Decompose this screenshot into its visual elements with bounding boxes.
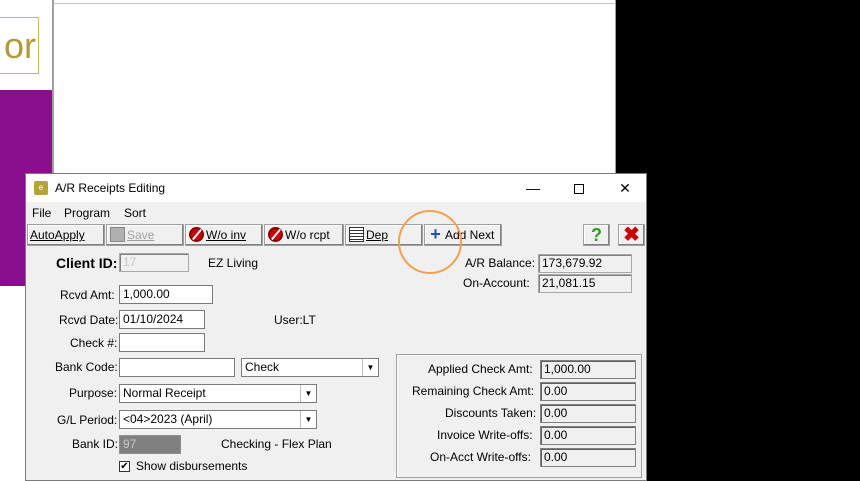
ar-balance-value: 173,679.92 — [538, 254, 632, 273]
discounts-taken-label: Discounts Taken: — [445, 406, 537, 420]
menu-file[interactable]: File — [32, 206, 51, 220]
help-button[interactable]: ? — [583, 224, 610, 246]
save-label: Save — [127, 228, 155, 242]
menu-program[interactable]: Program — [64, 206, 110, 220]
background-app-logo: or — [0, 17, 39, 74]
remaining-check-amt-label: Remaining Check Amt: — [412, 384, 535, 398]
chevron-down-icon: ▼ — [300, 385, 316, 402]
show-disbursements-label: Show disbursements — [136, 459, 248, 473]
maximize-button[interactable] — [556, 174, 602, 202]
autoapply-label: AutoApply — [30, 228, 85, 242]
client-name: EZ Living — [208, 256, 259, 270]
app-icon: e — [34, 181, 48, 195]
check-number-label: Check #: — [70, 336, 118, 350]
bank-code-label: Bank Code: — [55, 360, 118, 374]
dep-label: Dep — [366, 228, 389, 242]
save-disk-icon — [110, 227, 125, 243]
minimize-button[interactable]: — — [510, 174, 556, 202]
autoapply-button[interactable]: AutoApply — [27, 224, 105, 246]
toolbar: AutoApply Save W/o inv W/o rcpt Dep + Add… — [26, 223, 646, 247]
bank-code-input[interactable] — [119, 358, 235, 377]
background-panel-header — [54, 0, 615, 4]
on-acct-write-offs-value: 0.00 — [540, 448, 636, 467]
on-account-label: On-Account: — [463, 276, 530, 290]
user-label: User:LT — [274, 313, 316, 327]
on-acct-write-offs-label: On-Acct Write-offs: — [430, 450, 531, 464]
no-entry-icon — [268, 227, 283, 243]
maximize-icon — [574, 184, 584, 195]
cancel-button[interactable]: ✖ — [618, 224, 645, 246]
background-app-panel — [52, 0, 616, 174]
bank-id-label: Bank ID: — [72, 437, 119, 451]
invoice-write-offs-label: Invoice Write-offs: — [437, 428, 533, 442]
bank-id-field[interactable]: 97 — [119, 435, 181, 454]
applied-check-amt-value: 1,000.00 — [540, 360, 636, 379]
rcvd-date-label: Rcvd Date: — [59, 313, 119, 327]
gl-period-select[interactable]: <04>2023 (April) ▼ — [119, 410, 317, 429]
rcvd-amt-label: Rcvd Amt: — [60, 288, 115, 302]
wo-inv-label: W/o inv — [206, 228, 247, 242]
bank-id-description: Checking - Flex Plan — [221, 437, 332, 451]
ar-balance-label: A/R Balance: — [465, 256, 536, 270]
chevron-down-icon: ▼ — [362, 359, 378, 376]
no-entry-icon — [189, 227, 204, 243]
discounts-taken-value: 0.00 — [540, 404, 636, 423]
payment-type-value: Check — [245, 360, 280, 374]
remaining-check-amt-value: 0.00 — [540, 382, 636, 401]
write-off-invoice-button[interactable]: W/o inv — [185, 224, 263, 246]
highlight-circle — [398, 210, 462, 274]
write-off-receipt-button[interactable]: W/o rcpt — [264, 224, 344, 246]
applied-check-amt-label: Applied Check Amt: — [428, 362, 533, 376]
wo-rcpt-label: W/o rcpt — [285, 228, 330, 242]
on-account-value: 21,081.15 — [538, 274, 632, 293]
invoice-write-offs-value: 0.00 — [540, 426, 636, 445]
payment-type-select[interactable]: Check ▼ — [241, 358, 379, 377]
notepad-icon — [349, 227, 364, 243]
check-number-input[interactable] — [119, 333, 205, 352]
purpose-label: Purpose: — [69, 386, 118, 400]
rcvd-date-input[interactable]: 01/10/2024 — [119, 310, 205, 329]
window-title: A/R Receipts Editing — [55, 181, 166, 195]
client-id-field[interactable]: 17 — [119, 253, 189, 272]
ar-receipts-window: e A/R Receipts Editing — ✕ File Program … — [25, 173, 647, 481]
menu-bar: File Program Sort — [26, 204, 646, 222]
menu-sort[interactable]: Sort — [124, 206, 146, 220]
chevron-down-icon: ▼ — [300, 411, 316, 428]
gl-period-value: <04>2023 (April) — [123, 412, 213, 426]
purpose-value: Normal Receipt — [123, 386, 206, 400]
close-window-button[interactable]: ✕ — [602, 174, 648, 202]
show-disbursements-checkbox[interactable]: ✔ — [119, 461, 130, 472]
purpose-select[interactable]: Normal Receipt ▼ — [119, 384, 317, 403]
gl-period-label: G/L Period: — [57, 413, 118, 427]
title-bar[interactable]: e A/R Receipts Editing — ✕ — [26, 174, 646, 202]
rcvd-amt-input[interactable]: 1,000.00 — [119, 285, 213, 304]
save-button[interactable]: Save — [106, 224, 184, 246]
client-id-label: Client ID: — [56, 255, 118, 271]
